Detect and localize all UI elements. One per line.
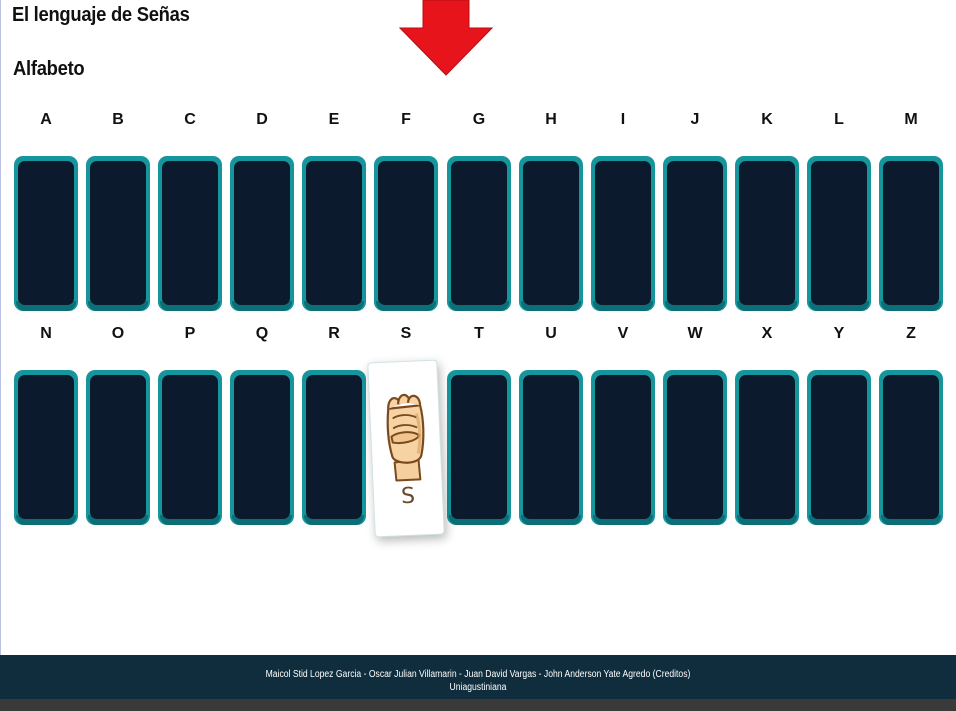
letter-label: Z	[906, 325, 916, 342]
letter-label: I	[620, 111, 626, 128]
card-back	[523, 375, 579, 519]
card-back	[162, 375, 218, 519]
card-back	[811, 161, 867, 305]
card-row-2	[0, 370, 956, 530]
memory-card[interactable]	[302, 370, 366, 525]
section-title: Alfabeto	[13, 58, 85, 80]
memory-card[interactable]	[374, 156, 438, 311]
letter-label: J	[690, 111, 700, 128]
letter-label: O	[111, 325, 125, 342]
card-back	[378, 161, 434, 305]
card-back	[811, 375, 867, 519]
memory-card[interactable]	[519, 156, 583, 311]
card-back	[595, 375, 651, 519]
letter-label: N	[40, 325, 52, 342]
memory-card[interactable]	[302, 156, 366, 311]
letter-row-1: A B C D E F G H I J K L M	[0, 111, 956, 131]
memory-card[interactable]	[14, 156, 78, 311]
memory-card[interactable]	[663, 156, 727, 311]
letter-label: E	[328, 111, 340, 128]
letter-label: W	[687, 325, 703, 342]
letter-label: V	[617, 325, 629, 342]
memory-card[interactable]	[519, 370, 583, 525]
letter-label: B	[112, 111, 124, 128]
card-back	[451, 161, 507, 305]
memory-card[interactable]	[230, 370, 294, 525]
letter-label: G	[472, 111, 486, 128]
letter-label: C	[184, 111, 196, 128]
card-back	[451, 375, 507, 519]
letter-label: R	[328, 325, 340, 342]
memory-card[interactable]	[591, 370, 655, 525]
card-back	[739, 375, 795, 519]
memory-card[interactable]	[663, 370, 727, 525]
card-back	[739, 161, 795, 305]
card-back	[90, 161, 146, 305]
flipped-card-letter: S	[400, 483, 416, 510]
letter-label: U	[545, 325, 557, 342]
memory-card[interactable]	[230, 156, 294, 311]
fist-hand-sign-icon	[386, 393, 425, 482]
memory-card[interactable]	[86, 156, 150, 311]
red-down-arrow-icon	[399, 0, 493, 76]
letter-label: T	[474, 325, 484, 342]
card-back	[18, 161, 74, 305]
card-back	[18, 375, 74, 519]
card-back	[667, 161, 723, 305]
card-back	[667, 375, 723, 519]
letter-label: K	[761, 111, 773, 128]
card-back	[883, 375, 939, 519]
card-back	[595, 161, 651, 305]
letter-label: M	[904, 111, 918, 128]
memory-card[interactable]	[591, 156, 655, 311]
card-back	[523, 161, 579, 305]
letter-label: D	[256, 111, 268, 128]
card-back	[162, 161, 218, 305]
letter-label: S	[400, 325, 412, 342]
memory-card[interactable]	[807, 156, 871, 311]
memory-card[interactable]	[735, 156, 799, 311]
letter-label: L	[834, 111, 844, 128]
card-back	[234, 161, 290, 305]
memory-card[interactable]	[807, 370, 871, 525]
memory-card[interactable]	[735, 370, 799, 525]
footer-institution: Uniagustiniana	[449, 682, 507, 693]
memory-card[interactable]	[86, 370, 150, 525]
letter-label: Y	[833, 325, 845, 342]
memory-card[interactable]	[447, 370, 511, 525]
memory-card[interactable]	[158, 156, 222, 311]
memory-card[interactable]	[158, 370, 222, 525]
card-back	[883, 161, 939, 305]
memory-card[interactable]	[447, 156, 511, 311]
letter-label: Q	[255, 325, 269, 342]
memory-card[interactable]	[879, 156, 943, 311]
memory-card-flipped[interactable]: S	[367, 359, 445, 538]
footer: Maicol Stid Lopez Garcia - Oscar Julian …	[0, 655, 956, 699]
card-back	[90, 375, 146, 519]
card-back	[306, 161, 362, 305]
card-back	[234, 375, 290, 519]
memory-card[interactable]	[879, 370, 943, 525]
page-title: El lenguaje de Señas	[12, 4, 190, 26]
letter-row-2: N O P Q R S T U V W X Y Z	[0, 325, 956, 345]
letter-label: P	[184, 325, 196, 342]
footer-credits: Maicol Stid Lopez Garcia - Oscar Julian …	[265, 669, 691, 680]
card-back	[306, 375, 362, 519]
letter-label: F	[401, 111, 411, 128]
bottom-strip	[0, 699, 956, 711]
letter-label: H	[545, 111, 557, 128]
card-row-1	[0, 156, 956, 316]
memory-card[interactable]	[14, 370, 78, 525]
letter-label: A	[40, 111, 52, 128]
letter-label: X	[761, 325, 773, 342]
